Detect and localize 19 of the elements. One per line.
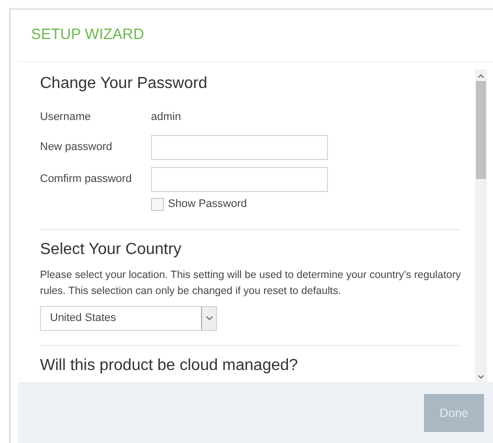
password-field[interactable] — [151, 166, 328, 192]
scroll-down-icon[interactable] — [478, 375, 484, 379]
scrollbar[interactable] — [475, 69, 487, 382]
field-label: Username — [40, 110, 92, 125]
description-text: Please select your location. This setting will be used to determine your country's regulatory rules. This selection can only be changed if you reset to defaults. — [40, 268, 461, 298]
chevron-down-icon — [201, 306, 216, 330]
section-heading: Will this product be cloud managed? — [40, 356, 299, 376]
scroll-up-icon[interactable] — [478, 74, 484, 78]
field-label: New password — [40, 140, 114, 155]
checkbox-label[interactable]: Show Password — [168, 196, 247, 212]
wizard-title: SETUP WIZARD — [31, 25, 144, 46]
username-value: admin — [151, 110, 181, 125]
country-dropdown[interactable]: United States — [40, 306, 217, 330]
section-heading: Select Your Country — [40, 240, 182, 260]
section-heading: Change Your Password — [40, 74, 208, 94]
password-field[interactable] — [151, 134, 328, 160]
checkbox[interactable] — [151, 198, 164, 211]
scrollbar-thumb[interactable] — [476, 81, 486, 179]
field-label: Comfirm password — [40, 172, 133, 187]
